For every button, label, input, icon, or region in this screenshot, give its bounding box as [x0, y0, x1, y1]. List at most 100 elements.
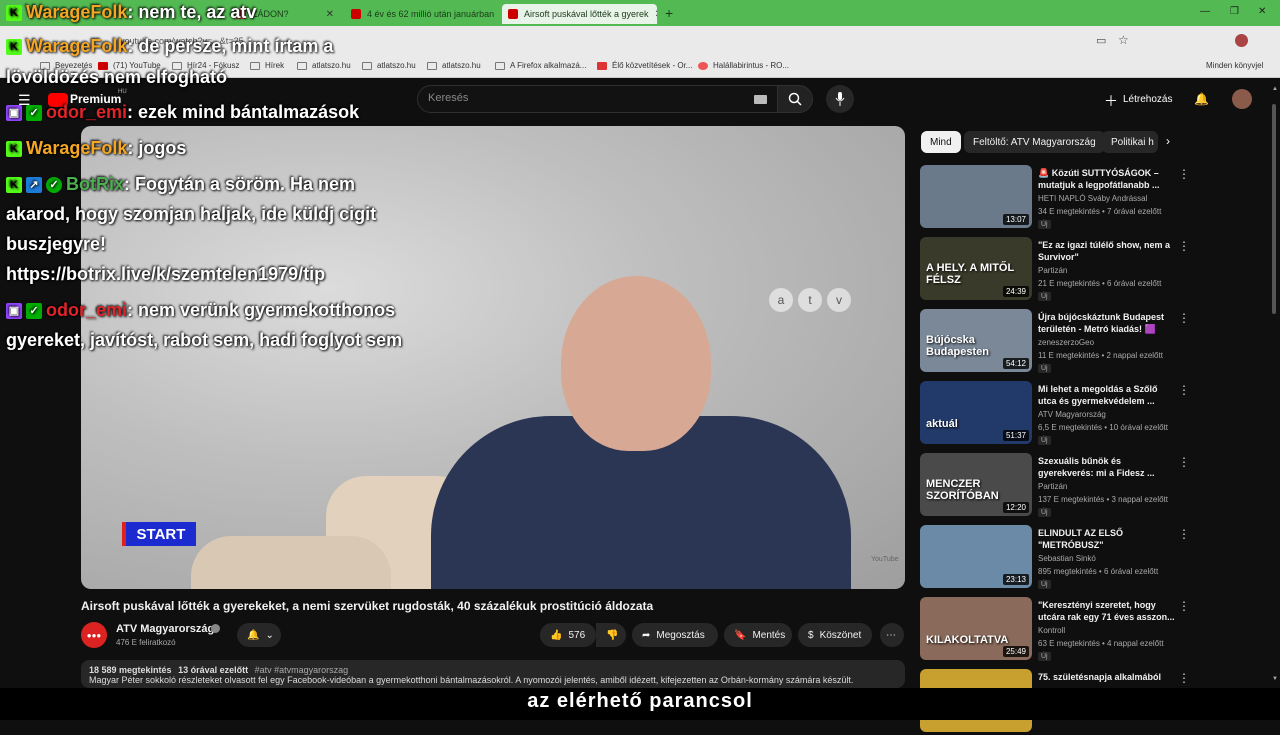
recommendation-item[interactable]: KILAKOLTATVA 25:49 "Keresztényi szeretet, …	[920, 597, 1190, 663]
more-options-icon[interactable]: ⋮	[1178, 239, 1190, 253]
chat-text-continued: buszjegyre!	[6, 234, 107, 254]
more-options-icon[interactable]: ⋮	[1178, 383, 1190, 397]
window-close-icon[interactable]: ✕	[1258, 6, 1266, 17]
channel-name[interactable]: ATV Magyarország	[116, 623, 214, 635]
minimize-icon[interactable]: —	[1200, 6, 1210, 17]
chat-message: K WarageFolk : jogos	[6, 138, 186, 159]
search-button[interactable]	[777, 85, 813, 113]
bookmark-item[interactable]: Hírek	[250, 61, 284, 70]
recommendation-channel[interactable]: HETI NAPLÓ Sváby Andrással	[1038, 194, 1147, 203]
more-options-icon[interactable]: ⋮	[1178, 599, 1190, 613]
scrollbar[interactable]: ▲ ▼	[1270, 84, 1278, 688]
video-thumbnail[interactable]: Bújócska Budapesten 54:12	[920, 309, 1032, 372]
recommendation-channel[interactable]: Partizán	[1038, 482, 1067, 491]
recommendation-title[interactable]: 🚨 Közúti SUTTYÓSÁGOK – mutatjuk a legpof…	[1038, 167, 1178, 191]
scroll-up-icon[interactable]: ▲	[1272, 86, 1278, 92]
more-actions-button[interactable]: ⋯	[880, 623, 904, 647]
more-options-icon[interactable]: ⋮	[1178, 311, 1190, 325]
chat-username: BotRix	[66, 174, 124, 194]
recommendation-channel[interactable]: zeneszerzoGeo	[1038, 338, 1094, 347]
bookmark-label: Minden könyvjel	[1206, 61, 1264, 70]
share-button[interactable]: ➦ Megosztás	[632, 623, 718, 647]
chevron-right-icon[interactable]: ›	[1166, 134, 1170, 148]
channel-avatar[interactable]: ●●●	[81, 622, 107, 648]
video-thumbnail[interactable]: MENCZER SZORÍTÓBAN 12:20	[920, 453, 1032, 516]
chat-text: : nem verünk gyermekotthonos	[127, 300, 396, 320]
video-player[interactable]: a t v YouTube	[81, 126, 905, 589]
scroll-down-icon[interactable]: ▼	[1272, 676, 1278, 682]
recommendation-title[interactable]: "Keresztényi szeretet, hogy utcára rak e…	[1038, 599, 1178, 623]
recommendation-item[interactable]: A HELY. A MITŐL FÉLSZ 24:39 "Ez az igazi t…	[920, 237, 1190, 303]
recommendation-channel[interactable]: Kontroll	[1038, 626, 1065, 635]
twitch-badge-icon: ▣	[6, 104, 22, 121]
recommendation-title[interactable]: "Ez az igazi túlélő show, nem a Survivor…	[1038, 239, 1178, 263]
dislike-button[interactable]: 👎	[596, 623, 626, 647]
recommendation-item[interactable]: 23:13 ELINDULT AZ ELSŐ "METRÓBUSZ" PESTER…	[920, 525, 1190, 591]
recommendation-title[interactable]: Mi lehet a megoldás a Szőlő utca és gyer…	[1038, 383, 1178, 407]
create-button-label[interactable]: Létrehozás	[1123, 94, 1172, 105]
recommendation-title[interactable]: Szexuális bűnök és gyerekverés: mi a Fid…	[1038, 455, 1178, 479]
recommendation-item[interactable]: MENCZER SZORÍTÓBAN 12:20 Szexuális bűnök é…	[920, 453, 1190, 519]
maximize-icon[interactable]: ❐	[1230, 6, 1239, 17]
recommendation-title[interactable]: ELINDULT AZ ELSŐ "METRÓBUSZ" PESTERZSÉBE…	[1038, 527, 1178, 552]
recommendation-item[interactable]: Bújócska Budapesten 54:12 Újra bújócskáztu…	[920, 309, 1190, 375]
youtube-favicon-icon	[351, 9, 361, 19]
search-input[interactable]: Keresés	[417, 85, 778, 113]
profile-avatar[interactable]	[1235, 34, 1248, 47]
chat-message: K WarageFolk : de persze, mint írtam a	[6, 36, 333, 57]
bookmark-item[interactable]: atlatszo.hu	[297, 61, 351, 70]
subscribed-button[interactable]: 🔔 ⌄	[237, 623, 281, 647]
more-options-icon[interactable]: ⋮	[1178, 167, 1190, 181]
bookmark-item[interactable]: atlatszo.hu	[427, 61, 481, 70]
video-thumbnail[interactable]: A HELY. A MITŐL FÉLSZ 24:39	[920, 237, 1032, 300]
picture-in-picture-icon[interactable]: ▭	[1096, 34, 1106, 47]
recommendation-channel[interactable]: Partizán	[1038, 266, 1067, 275]
chip-political[interactable]: Politikai h	[1102, 131, 1158, 153]
youtube-watermark: YouTube	[871, 556, 899, 563]
keyboard-icon[interactable]	[754, 95, 767, 104]
chat-text: : Fogytán a söröm. Ha nem	[124, 174, 356, 194]
create-icon[interactable]: ＋	[1104, 91, 1118, 111]
bookmark-label: Halállabirintus - RO...	[713, 61, 790, 70]
person-head	[561, 276, 711, 451]
bookmark-item[interactable]: atlatszo.hu	[362, 61, 416, 70]
other-bookmarks[interactable]: Minden könyvjel	[1206, 61, 1263, 70]
close-icon[interactable]: ✕	[494, 9, 495, 20]
bookmark-item[interactable]: Halállabirintus - RO...	[698, 61, 789, 70]
video-thumbnail[interactable]: 13:07	[920, 165, 1032, 228]
bookmark-star-icon[interactable]: ☆	[1118, 33, 1129, 47]
recommendation-item[interactable]: 13:07 🚨 Közúti SUTTYÓSÁGOK – mutatjuk a l…	[920, 165, 1190, 231]
chip-uploader[interactable]: Feltöltő: ATV Magyarország	[964, 131, 1105, 153]
recommendation-item[interactable]: aktuál 51:37 Mi lehet a megoldás a Szőlő u…	[920, 381, 1190, 447]
recommendation-channel[interactable]: Sebastian Sinkó	[1038, 554, 1096, 563]
more-options-icon[interactable]: ⋮	[1178, 455, 1190, 469]
browser-tab-active[interactable]: Airsoft puskával lőtték a gyerek ✕	[502, 4, 657, 24]
chat-username: odor_emi	[46, 102, 128, 122]
video-thumbnail[interactable]: KILAKOLTATVA 25:49	[920, 597, 1032, 660]
bookmark-item[interactable]: Élő közvetítések - Or...	[597, 61, 692, 70]
new-tab-button[interactable]: +	[665, 5, 673, 21]
voice-search-button[interactable]	[826, 85, 854, 113]
bookmark-item[interactable]: A Firefox alkalmazá...	[495, 61, 586, 70]
notifications-icon[interactable]: 🔔	[1194, 92, 1209, 106]
avatar[interactable]	[1232, 89, 1252, 109]
video-thumbnail[interactable]: aktuál 51:37	[920, 381, 1032, 444]
duration-badge: 54:12	[1002, 358, 1029, 369]
chip-all[interactable]: Mind	[921, 131, 961, 153]
thanks-button[interactable]: $ Köszönet	[798, 623, 872, 647]
close-icon[interactable]: ✕	[320, 9, 334, 20]
scrollbar-thumb[interactable]	[1272, 104, 1276, 314]
hashtags[interactable]: #atv #atvmagyarorszag	[255, 665, 349, 675]
close-icon[interactable]: ✕	[649, 9, 657, 20]
recommendation-channel[interactable]: ATV Magyarország	[1038, 410, 1106, 419]
save-button[interactable]: 🔖 Mentés	[724, 623, 792, 647]
recommendation-title[interactable]: 75. születésnapja alkalmából	[1038, 671, 1178, 683]
more-options-icon[interactable]: ⋮	[1178, 527, 1190, 541]
like-button[interactable]: 👍 576	[540, 623, 596, 647]
video-thumbnail[interactable]: 23:13	[920, 525, 1032, 588]
recommendation-title[interactable]: Újra bújócskáztunk Budapest területén - …	[1038, 311, 1178, 335]
more-options-icon[interactable]: ⋮	[1178, 671, 1190, 685]
description-box[interactable]: 18 589 megtekintés 13 órával ezelőtt #at…	[81, 660, 905, 688]
browser-tab[interactable]: 4 év és 62 millió után januárban ✕	[345, 4, 495, 24]
chat-text-continued: gyereket, javítóst, rabot sem, hadi fogl…	[6, 330, 403, 350]
